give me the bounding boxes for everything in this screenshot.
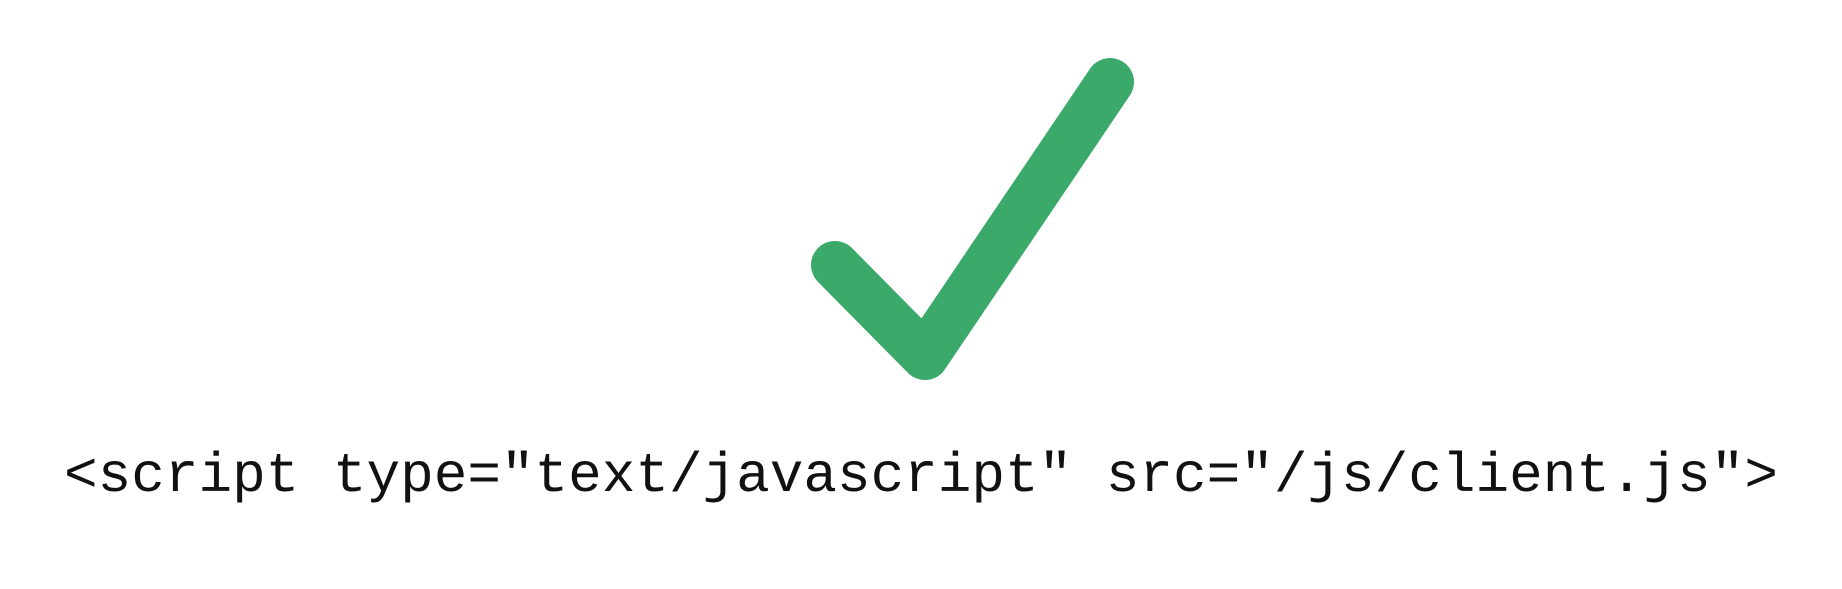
script-tag-code: <script type="text/javascript" src="/js/… (64, 444, 1778, 508)
